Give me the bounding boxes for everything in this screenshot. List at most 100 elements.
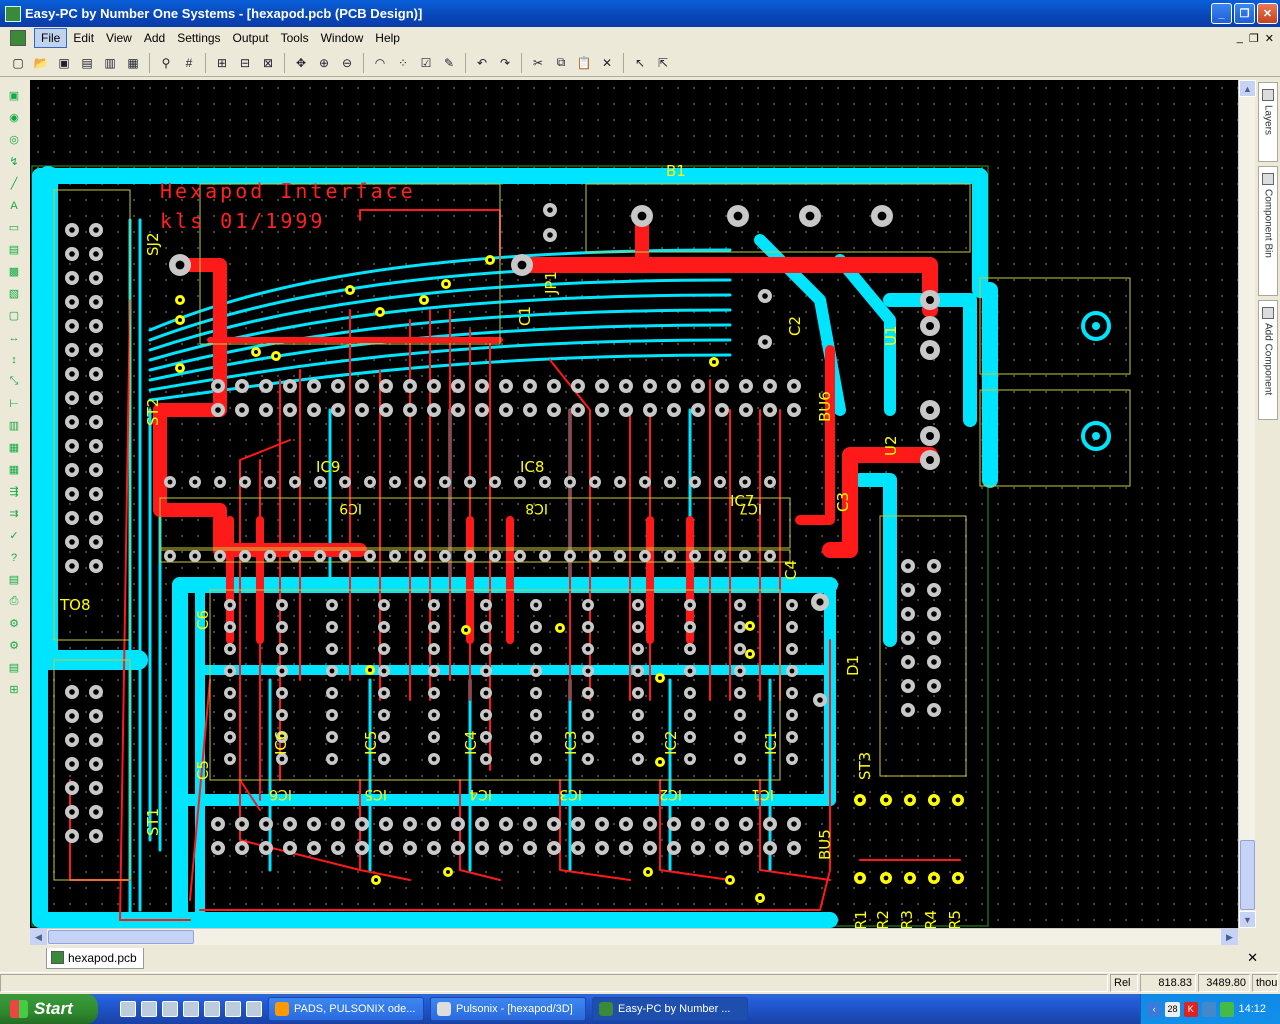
horizontal-scrollbar[interactable]: ◀ ▶ — [30, 928, 1238, 945]
tab-layers[interactable]: Layers — [1258, 82, 1278, 162]
vertical-scroll-thumb[interactable] — [1240, 840, 1255, 910]
report-tool-icon[interactable]: ▤ — [5, 570, 23, 589]
menu-tools[interactable]: Tools — [275, 29, 315, 47]
redo-icon[interactable]: ↷ — [495, 53, 515, 73]
desktop-icon[interactable] — [120, 1001, 136, 1017]
add-text-tool-icon[interactable]: A — [5, 196, 23, 215]
ie-icon[interactable] — [141, 1001, 157, 1017]
print-tool-icon[interactable]: ⎙ — [5, 592, 23, 611]
dimension2-tool-icon[interactable]: ↕ — [5, 350, 23, 369]
route-tool-icon[interactable]: ⇶ — [5, 482, 23, 501]
task-pads[interactable]: PADS, PULSONIX ode... — [268, 997, 424, 1021]
network-tray-icon[interactable] — [1201, 1001, 1217, 1017]
scroll-right-icon[interactable]: ▶ — [1221, 929, 1238, 945]
component-icon[interactable]: ⚲ — [156, 53, 176, 73]
menu-output[interactable]: Output — [227, 29, 275, 47]
start-button[interactable]: Start — [0, 994, 98, 1024]
pcb-canvas[interactable]: Hexapod Interface kls 01/1999 B1 JP1 C1 C2 U… — [30, 80, 1238, 928]
add-shape-tool-icon[interactable]: ▭ — [5, 218, 23, 237]
book-icon[interactable]: ▥ — [100, 53, 120, 73]
dimension3-tool-icon[interactable]: ⤡ — [5, 372, 23, 391]
document-icon[interactable] — [10, 30, 26, 46]
dimension-tool-icon[interactable]: ↔ — [5, 328, 23, 347]
tree-tool-icon[interactable]: ⊞ — [5, 680, 23, 699]
query-tool-icon[interactable]: ? — [5, 548, 23, 567]
scroll-down-icon[interactable]: ▼ — [1239, 911, 1256, 928]
folder-icon[interactable]: ▤ — [77, 53, 97, 73]
paste-icon[interactable]: 📋 — [574, 53, 594, 73]
calculator-icon[interactable] — [225, 1001, 241, 1017]
vertical-scrollbar[interactable]: ▲ ▼ — [1238, 80, 1256, 928]
tool-icon[interactable] — [246, 1001, 262, 1017]
stack-tool-icon[interactable]: ▤ — [5, 658, 23, 677]
add-track-tool-icon[interactable]: ↯ — [5, 152, 23, 171]
save-icon[interactable]: ▣ — [54, 53, 74, 73]
mail-icon[interactable] — [1220, 1001, 1235, 1017]
task-pulsonix[interactable]: Pulsonix - [hexapod/3D] — [430, 997, 586, 1021]
scroll-up-icon[interactable]: ▲ — [1239, 80, 1256, 97]
add-pad-tool-icon[interactable]: ◉ — [5, 108, 23, 127]
menu-help[interactable]: Help — [369, 29, 406, 47]
rainbow-icon[interactable]: ◠ — [370, 53, 390, 73]
maximize-button[interactable]: ❐ — [1234, 3, 1255, 24]
add-cutout-tool-icon[interactable]: ▧ — [5, 284, 23, 303]
route2-tool-icon[interactable]: ⇉ — [5, 504, 23, 523]
firefox-icon[interactable] — [204, 1001, 220, 1017]
cut-icon[interactable]: ✂ — [528, 53, 548, 73]
copy-icon[interactable]: ⧉ — [551, 53, 571, 73]
gear2-tool-icon[interactable]: ⚙ — [5, 636, 23, 655]
layer3-tool-icon[interactable]: ▦ — [5, 460, 23, 479]
menu-view[interactable]: View — [100, 29, 138, 47]
delete-icon[interactable]: ✕ — [597, 53, 617, 73]
add-copper-tool-icon[interactable]: ▩ — [5, 262, 23, 281]
scroll-left-icon[interactable]: ◀ — [30, 929, 47, 945]
menu-add[interactable]: Add — [138, 29, 171, 47]
grid-icon[interactable]: # — [179, 53, 199, 73]
select2-icon[interactable]: ⇱ — [653, 53, 673, 73]
add-area-tool-icon[interactable]: ▤ — [5, 240, 23, 259]
add-via-tool-icon[interactable]: ◎ — [5, 130, 23, 149]
tray-arrow-icon[interactable]: ‹ — [1147, 1001, 1162, 1017]
close-document-button[interactable]: ✕ — [1247, 950, 1258, 966]
antivirus-icon[interactable]: K — [1183, 1001, 1198, 1017]
network-icon[interactable] — [162, 1001, 178, 1017]
open-icon[interactable]: 📂 — [31, 53, 51, 73]
add-component-tool-icon[interactable]: ▣ — [5, 86, 23, 105]
frame-icon[interactable]: ▦ — [123, 53, 143, 73]
add-template-tool-icon[interactable]: ▢ — [5, 306, 23, 325]
close-button[interactable]: ✕ — [1257, 3, 1278, 24]
align-icon[interactable]: ⊞ — [212, 53, 232, 73]
tab-add-component[interactable]: Add Component — [1258, 300, 1278, 420]
menu-edit[interactable]: Edit — [67, 29, 100, 47]
gear-tool-icon[interactable]: ⚙ — [5, 614, 23, 633]
layer2-tool-icon[interactable]: ▦ — [5, 438, 23, 457]
tab-component-bin[interactable]: Component Bin — [1258, 166, 1278, 296]
check-tool-icon[interactable]: ✓ — [5, 526, 23, 545]
task-easypc[interactable]: Easy-PC by Number ... — [592, 997, 748, 1021]
select-icon[interactable]: ↖ — [630, 53, 650, 73]
align3-icon[interactable]: ⊠ — [258, 53, 278, 73]
zoom-out-icon[interactable]: ⊖ — [337, 53, 357, 73]
grid-dots-icon[interactable]: ⁘ — [393, 53, 413, 73]
add-line-tool-icon[interactable]: ╱ — [5, 174, 23, 193]
tray-badge[interactable]: 28 — [1165, 1001, 1180, 1017]
menu-settings[interactable]: Settings — [171, 29, 226, 47]
new-icon[interactable]: ▢ — [8, 53, 28, 73]
layer1-tool-icon[interactable]: ▥ — [5, 416, 23, 435]
move-icon[interactable]: ✥ — [291, 53, 311, 73]
pen-icon[interactable]: ✎ — [439, 53, 459, 73]
align2-icon[interactable]: ⊟ — [235, 53, 255, 73]
undo-icon[interactable]: ↶ — [472, 53, 492, 73]
options-icon[interactable]: ☑ — [416, 53, 436, 73]
mdi-close-button[interactable]: ✕ — [1265, 32, 1274, 45]
mdi-minimize-button[interactable]: _ — [1237, 32, 1243, 45]
disk-icon[interactable] — [183, 1001, 199, 1017]
measure-tool-icon[interactable]: ⊢ — [5, 394, 23, 413]
minimize-button[interactable]: _ — [1211, 3, 1232, 24]
horizontal-scroll-thumb[interactable] — [48, 930, 194, 944]
menu-window[interactable]: Window — [315, 29, 370, 47]
tab-hexapod-pcb[interactable]: hexapod.pcb — [46, 947, 144, 969]
zoom-in-icon[interactable]: ⊕ — [314, 53, 334, 73]
menu-file[interactable]: File — [34, 28, 68, 48]
mdi-restore-button[interactable]: ❐ — [1249, 32, 1259, 45]
